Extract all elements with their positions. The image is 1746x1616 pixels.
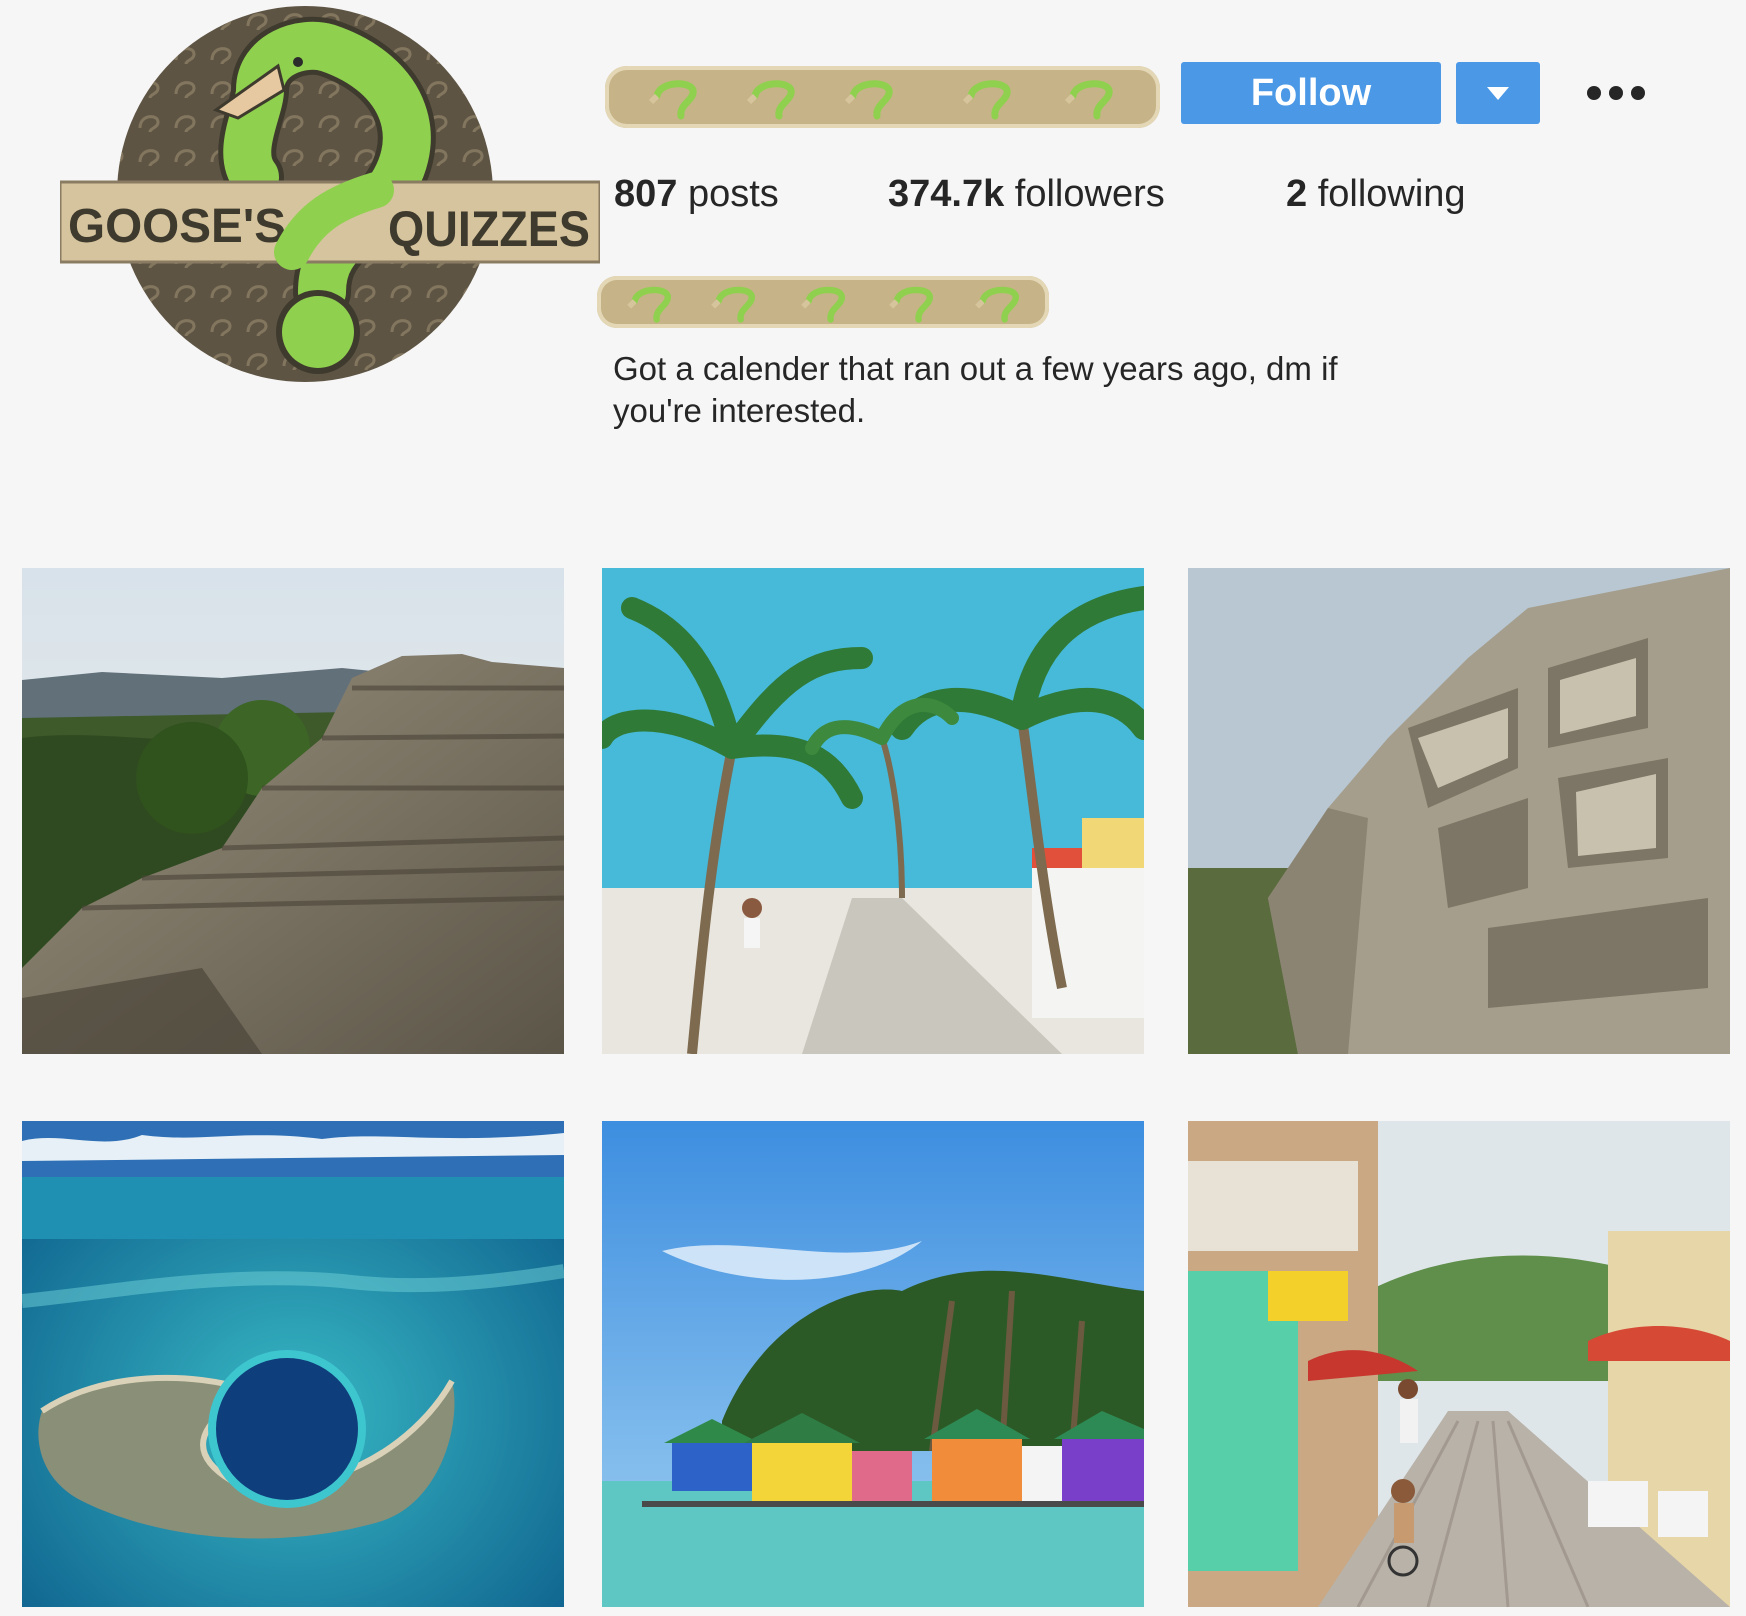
mini-goose-icon xyxy=(747,80,795,120)
beach-image xyxy=(602,568,1144,1054)
posts-count: 807 posts xyxy=(614,173,779,215)
mini-goose-icon xyxy=(801,286,845,323)
profile-bio: Got a calender that ran out a few years … xyxy=(613,350,1338,429)
followers-count[interactable]: 374.7k followers xyxy=(888,173,1165,216)
pyramid-image xyxy=(22,568,564,1054)
mini-goose-icon xyxy=(889,286,933,323)
mini-goose-icon xyxy=(845,80,893,120)
fullname-redacted xyxy=(597,276,1049,328)
mini-goose-icon xyxy=(711,286,755,323)
more-options-icon[interactable] xyxy=(1587,80,1645,106)
following-count[interactable]: 2 following xyxy=(1286,173,1466,216)
blue-hole-image xyxy=(22,1121,564,1607)
mini-goose-icon xyxy=(963,80,1011,120)
cabanas-image xyxy=(602,1121,1144,1607)
chevron-down-icon xyxy=(1487,86,1509,100)
mini-goose-icon xyxy=(1065,80,1113,120)
profile-avatar[interactable]: GOOSE'S QUIZZES xyxy=(60,2,600,402)
post-thumbnail-cabanas[interactable] xyxy=(602,1121,1144,1607)
mini-goose-icon xyxy=(975,286,1019,323)
goose-quizzes-logo-icon: GOOSE'S QUIZZES xyxy=(60,6,600,382)
svg-text:QUIZZES: QUIZZES xyxy=(388,201,590,257)
post-thumbnail-frieze[interactable] xyxy=(1188,568,1730,1054)
post-thumbnail-beach[interactable] xyxy=(602,568,1144,1054)
follow-dropdown-button[interactable] xyxy=(1456,62,1540,124)
svg-text:GOOSE'S: GOOSE'S xyxy=(68,200,286,253)
post-thumbnail-pyramid[interactable] xyxy=(22,568,564,1054)
mini-goose-icon xyxy=(627,286,671,323)
follow-button[interactable]: Follow xyxy=(1181,62,1441,124)
post-thumbnail-street[interactable] xyxy=(1188,1121,1730,1607)
mini-goose-icon xyxy=(649,80,697,120)
frieze-image xyxy=(1188,568,1730,1054)
street-image xyxy=(1188,1121,1730,1607)
post-thumbnail-blue-hole[interactable] xyxy=(22,1121,564,1607)
username-redacted xyxy=(605,66,1160,128)
